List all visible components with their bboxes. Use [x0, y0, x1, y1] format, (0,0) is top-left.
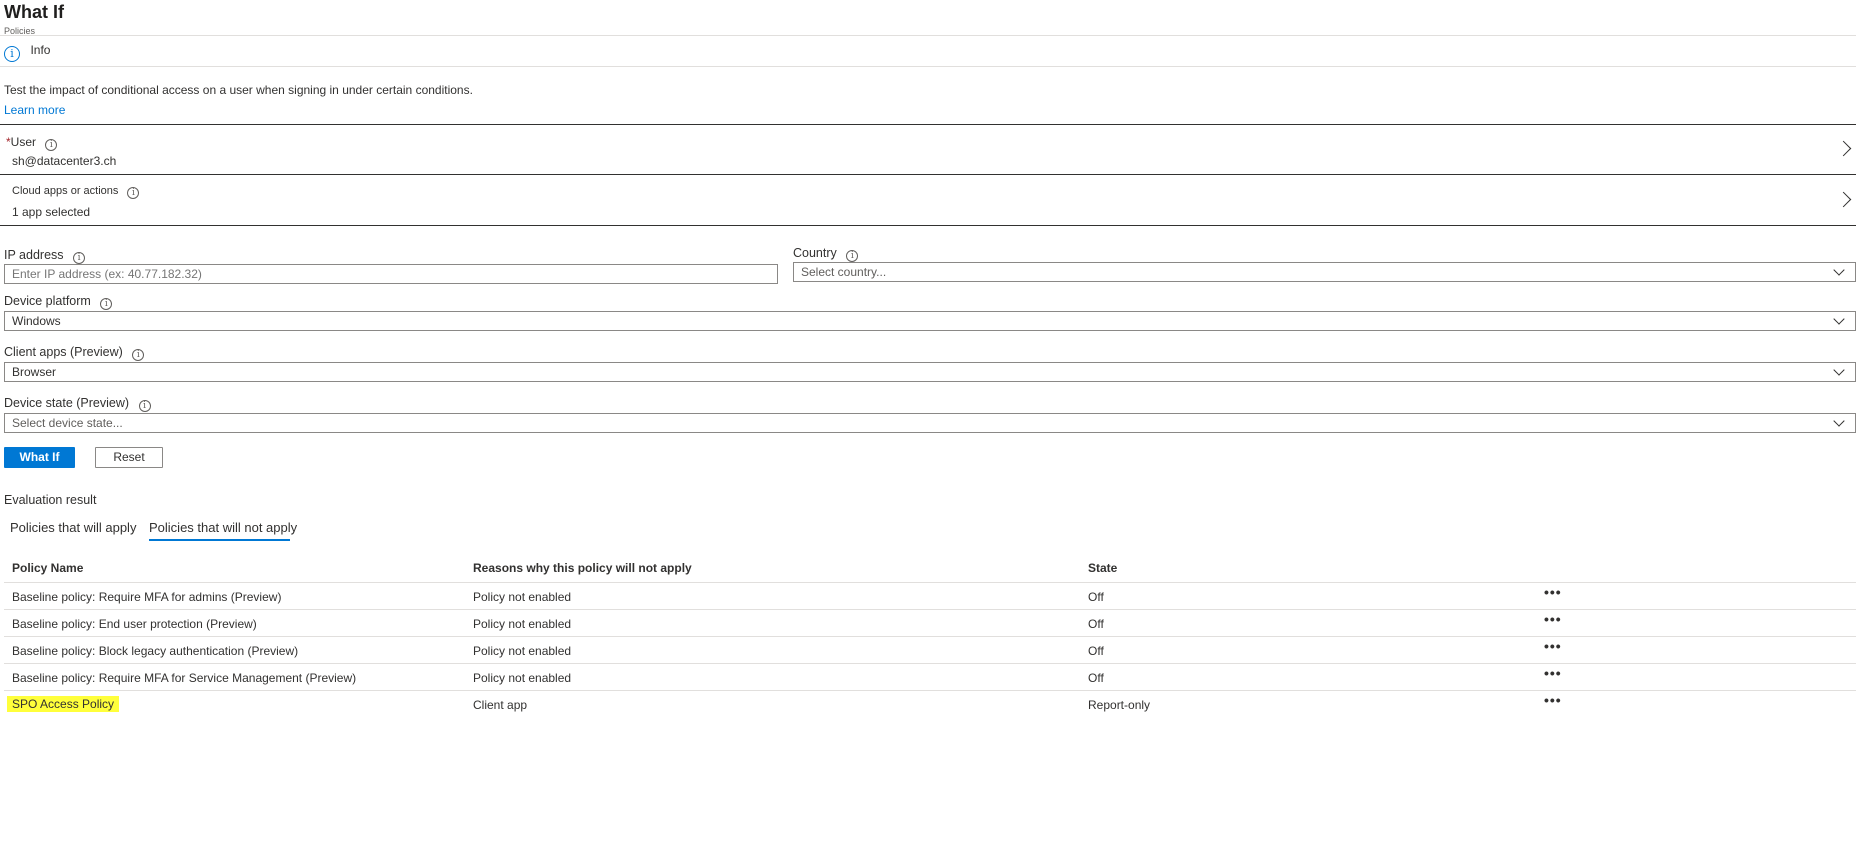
info-toggle[interactable]: i Info [4, 43, 51, 62]
header-divider [0, 35, 1856, 36]
cloud-apps-value: 1 app selected [12, 205, 91, 219]
cloud-apps-selector[interactable]: Cloud apps or actions i 1 app selected [0, 175, 1856, 225]
device-platform-value: Windows [12, 314, 61, 328]
user-value: sh@datacenter3.ch [12, 154, 117, 168]
chevron-down-icon [1833, 364, 1845, 376]
reason-cell: Policy not enabled [473, 644, 572, 658]
tab-policies-will-not-apply[interactable]: Policies that will not apply [149, 520, 297, 535]
cloud-apps-info-icon[interactable]: i [127, 187, 140, 199]
policy-name-cell: Baseline policy: Require MFA for Service… [12, 671, 357, 685]
state-cell: Off [1088, 590, 1104, 604]
cloud-apps-label: Cloud apps or actions [12, 185, 119, 197]
client-apps-info-icon[interactable]: i [132, 349, 145, 361]
description-text: Test the impact of conditional access on… [4, 83, 473, 97]
device-state-dropdown[interactable]: Select device state... [4, 413, 1856, 433]
device-platform-dropdown[interactable]: Windows [4, 311, 1856, 331]
more-options-icon[interactable]: ••• [1544, 665, 1562, 681]
column-header-state[interactable]: State [1088, 561, 1117, 575]
table-row[interactable]: Baseline policy: Require MFA for Service… [0, 664, 1856, 690]
client-apps-value: Browser [12, 365, 57, 379]
reason-cell: Client app [473, 698, 528, 712]
ip-info-icon[interactable]: i [73, 252, 86, 264]
device-platform-info-icon[interactable]: i [100, 298, 113, 310]
device-state-label: Device state (Preview) [4, 396, 130, 410]
active-tab-indicator [149, 539, 290, 541]
device-state-placeholder: Select device state... [12, 416, 123, 430]
page-title: What If [4, 2, 64, 22]
country-info-icon[interactable]: i [846, 250, 859, 262]
device-platform-label: Device platform [4, 294, 91, 308]
more-options-icon[interactable]: ••• [1544, 692, 1562, 708]
evaluation-heading: Evaluation result [4, 493, 97, 507]
user-selector[interactable]: *User i sh@datacenter3.ch [0, 125, 1856, 174]
chevron-right-icon [1835, 140, 1852, 157]
state-cell: Off [1088, 671, 1104, 685]
reason-cell: Policy not enabled [473, 590, 572, 604]
country-dropdown[interactable]: Select country... [793, 262, 1856, 282]
chevron-down-icon [1833, 264, 1845, 276]
table-row[interactable]: Baseline policy: Require MFA for admins … [0, 583, 1856, 609]
table-row[interactable]: SPO Access Policy Client app Report-only… [0, 691, 1856, 717]
state-cell: Off [1088, 644, 1104, 658]
country-label: Country [793, 246, 837, 260]
state-cell: Off [1088, 617, 1104, 631]
info-label: Info [30, 43, 51, 57]
info-icon: i [4, 46, 20, 62]
column-header-policy-name[interactable]: Policy Name [12, 561, 83, 575]
user-label: User [10, 135, 37, 149]
ip-address-input[interactable] [4, 264, 778, 284]
more-options-icon[interactable]: ••• [1544, 611, 1562, 627]
reset-button[interactable]: Reset [95, 447, 163, 468]
device-state-info-icon[interactable]: i [138, 400, 151, 412]
client-apps-label: Client apps (Preview) [4, 345, 123, 359]
more-options-icon[interactable]: ••• [1544, 584, 1562, 600]
country-placeholder: Select country... [801, 265, 887, 279]
reason-cell: Policy not enabled [473, 671, 572, 685]
reason-cell: Policy not enabled [473, 617, 572, 631]
table-row[interactable]: Baseline policy: End user protection (Pr… [0, 610, 1856, 636]
client-apps-dropdown[interactable]: Browser [4, 362, 1856, 382]
policy-name-cell-highlighted: SPO Access Policy [7, 696, 120, 712]
state-cell: Report-only [1088, 698, 1151, 712]
chevron-down-icon [1833, 415, 1845, 427]
policy-name-cell: Baseline policy: Require MFA for admins … [12, 590, 282, 604]
column-header-reasons[interactable]: Reasons why this policy will not apply [473, 561, 692, 575]
table-row[interactable]: Baseline policy: Block legacy authentica… [0, 637, 1856, 663]
ip-address-label: IP address [4, 248, 64, 262]
more-options-icon[interactable]: ••• [1544, 638, 1562, 654]
what-if-button[interactable]: What If [4, 447, 75, 468]
policy-name-cell: Baseline policy: End user protection (Pr… [12, 617, 257, 631]
cloud-apps-bottom-border [0, 225, 1856, 226]
policy-name-cell: Baseline policy: Block legacy authentica… [12, 644, 299, 658]
chevron-down-icon [1833, 313, 1845, 325]
info-divider [0, 66, 1856, 67]
learn-more-link[interactable]: Learn more [4, 103, 65, 117]
user-info-icon[interactable]: i [45, 139, 58, 151]
tab-policies-will-apply[interactable]: Policies that will apply [10, 520, 136, 535]
chevron-right-icon [1835, 191, 1852, 208]
